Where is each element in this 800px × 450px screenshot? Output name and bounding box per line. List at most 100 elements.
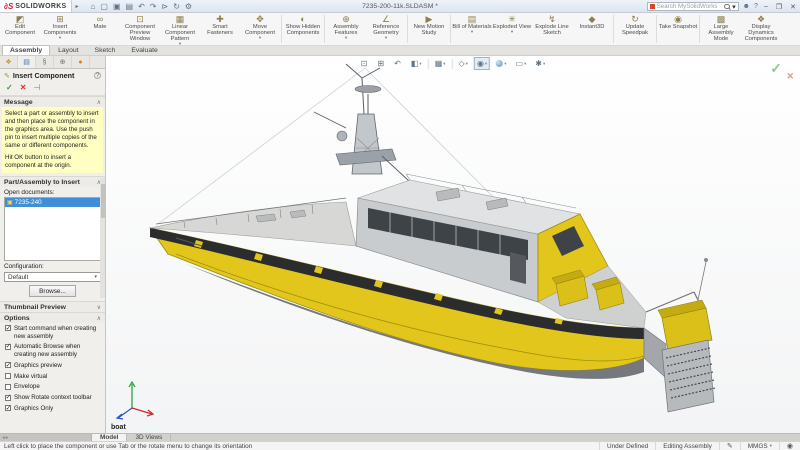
search-icon[interactable] — [724, 4, 730, 10]
collapse-icon[interactable]: ∧ — [97, 315, 101, 322]
display-style-icon[interactable]: ◇▾ — [456, 57, 471, 70]
ribbon-button-move-component[interactable]: ✥Move Component▾ — [240, 13, 280, 45]
open-documents-list[interactable]: ▣ 7235-240 — [4, 197, 101, 261]
ribbon-button-show-hidden-components[interactable]: ◐Show Hidden Components — [283, 13, 323, 45]
undo-icon[interactable]: ↶ — [138, 2, 145, 11]
ribbon-button-mate[interactable]: ∞Mate — [80, 13, 120, 45]
scroll-right-icon[interactable]: ▸ — [6, 435, 9, 441]
section-view-icon[interactable]: ◧▾ — [408, 57, 425, 70]
select-icon[interactable]: ⊳ — [161, 2, 168, 11]
redo-icon[interactable]: ↷ — [150, 2, 157, 11]
minimize-button[interactable]: – — [762, 3, 770, 10]
tab-evaluate[interactable]: Evaluate — [123, 45, 165, 55]
configuration-manager-tab[interactable]: § — [36, 56, 54, 68]
options-section-header[interactable]: Options ∧ — [0, 312, 105, 323]
display-manager-tab[interactable]: ● — [72, 56, 90, 68]
configuration-select[interactable]: Default ▾ — [4, 272, 101, 282]
exploded-view-icon: ✳ — [508, 14, 516, 24]
graphics-area[interactable]: ⊡ ⊞ ↶ ◧▾ ▦▾ ◇▾ ◉▾ ▾ ▭▾ ✱▾ ✓ ✕ boat — [106, 56, 800, 433]
search-input[interactable]: Search MySolidWorks ▾ — [647, 2, 739, 11]
ribbon-button-edit-component[interactable]: ◩Edit Component — [0, 13, 40, 45]
scrollbar-thumb[interactable] — [101, 184, 105, 218]
checkbox[interactable] — [5, 405, 11, 411]
ribbon-button-component-preview-window[interactable]: ⊡Component Preview Window — [120, 13, 160, 45]
help-icon[interactable]: ? — [754, 3, 758, 10]
option-make-virtual[interactable]: Make virtual — [0, 371, 105, 382]
ribbon-button-take-snapshot[interactable]: ◉Take Snapshot — [658, 13, 698, 45]
rebuild-icon[interactable]: ↻ — [173, 2, 180, 11]
expand-icon[interactable]: ∨ — [97, 304, 101, 311]
zoom-area-icon[interactable]: ⊞ — [374, 57, 388, 70]
option-automatic-browse[interactable]: Automatic Browse when creating new assem… — [0, 342, 105, 361]
message-section-header[interactable]: Message ∧ — [0, 96, 105, 107]
home-icon[interactable]: ⌂ — [91, 2, 96, 11]
save-icon[interactable]: ▣ — [113, 2, 121, 11]
option-start-command[interactable]: Start command when creating new assembly — [0, 323, 105, 342]
ribbon-button-explode-line-sketch[interactable]: ↯Explode Line Sketch — [532, 13, 572, 45]
ribbon-button-exploded-view[interactable]: ✳Exploded View▾ — [492, 13, 532, 45]
tab-scroll-control[interactable]: ◂ ▸ — [0, 434, 92, 441]
checkbox[interactable] — [5, 373, 11, 379]
tab-layout[interactable]: Layout — [50, 45, 86, 55]
confirm-ok-button[interactable]: ✓ — [770, 60, 782, 76]
close-button[interactable]: ✕ — [788, 3, 798, 11]
list-item[interactable]: ▣ 7235-240 — [5, 198, 100, 207]
search-caret-icon[interactable]: ▾ — [732, 3, 736, 11]
previous-view-icon[interactable]: ↶ — [391, 57, 405, 70]
checkbox[interactable] — [5, 384, 11, 390]
thumbnail-section-header[interactable]: Thumbnail Preview ∨ — [0, 301, 105, 312]
checkbox[interactable] — [5, 362, 11, 368]
option-graphics-preview[interactable]: Graphics preview — [0, 360, 105, 371]
push-pin-icon[interactable]: ⊣ — [33, 83, 40, 92]
checkbox[interactable] — [5, 344, 11, 350]
ribbon-button-large-assembly-mode[interactable]: ▩Large Assembly Mode — [701, 13, 741, 45]
help-icon[interactable]: ? — [94, 72, 101, 79]
option-envelope[interactable]: Envelope — [0, 382, 105, 393]
option-show-rotate-toolbar[interactable]: Show Rotate context toolbar — [0, 393, 105, 404]
restore-button[interactable]: ❐ — [774, 3, 784, 11]
view-settings-icon[interactable]: ✱▾ — [532, 57, 548, 70]
scroll-left-icon[interactable]: ◂ — [2, 435, 5, 441]
feature-manager-tab[interactable]: ❖ — [0, 56, 18, 68]
option-graphics-only[interactable]: Graphics Only — [0, 403, 105, 414]
property-manager-tab[interactable]: ▤ — [18, 56, 36, 68]
solidworks-logo[interactable]: ∂S SOLIDWORKS — [0, 0, 72, 12]
profile-icon[interactable]: ☻ — [743, 3, 750, 10]
apply-scene-icon[interactable]: ▭▾ — [512, 57, 529, 70]
tab-sketch[interactable]: Sketch — [87, 45, 124, 55]
tab-model[interactable]: Model — [92, 434, 127, 441]
dimxpert-manager-tab[interactable]: ⊕ — [54, 56, 72, 68]
ribbon-button-insert-components[interactable]: ⊞Insert Components▾ — [40, 13, 80, 45]
hide-show-items-icon[interactable]: ◉▾ — [474, 57, 490, 70]
ribbon-button-display-dynamics-components[interactable]: ❖Display Dynamics Components — [741, 13, 781, 45]
options-icon[interactable]: ⚙ — [185, 2, 192, 11]
print-icon[interactable]: ▤ — [126, 2, 134, 11]
resources-icon[interactable]: ◉ — [779, 442, 800, 450]
checkbox[interactable] — [5, 325, 11, 331]
cancel-button[interactable]: ✕ — [20, 83, 27, 92]
ribbon-button-bill-of-materials[interactable]: ▤Bill of Materials▾ — [452, 13, 492, 45]
ribbon-button-smart-fasteners[interactable]: ✚Smart Fasteners — [200, 13, 240, 45]
checkbox[interactable] — [5, 395, 11, 401]
ribbon-button-linear-component-pattern[interactable]: ▦Linear Component Pattern▾ — [160, 13, 200, 45]
view-orientation-icon[interactable]: ▦▾ — [432, 57, 449, 70]
panel-scrollbar[interactable] — [100, 178, 105, 298]
ribbon-button-update-speedpak[interactable]: ↻Update Speedpak — [615, 13, 655, 45]
ribbon-button-assembly-features[interactable]: ⊕Assembly Features▾ — [326, 13, 366, 45]
open-icon[interactable]: ▢ — [100, 2, 108, 11]
confirm-cancel-button[interactable]: ✕ — [786, 71, 794, 82]
ok-button[interactable]: ✓ — [6, 83, 13, 92]
ribbon-button-new-motion-study[interactable]: ▶New Motion Study — [409, 13, 449, 45]
ribbon-button-instant3d[interactable]: ◆Instant3D — [572, 13, 612, 45]
tab-assembly[interactable]: Assembly — [2, 45, 50, 55]
edit-appearance-icon[interactable]: ▾ — [493, 58, 509, 69]
collapse-icon[interactable]: ∧ — [97, 99, 101, 106]
zoom-fit-icon[interactable]: ⊡ — [358, 57, 372, 70]
browse-button[interactable]: Browse... — [29, 285, 76, 297]
ribbon-button-reference-geometry[interactable]: ∠Reference Geometry▾ — [366, 13, 406, 45]
tab-3d-views[interactable]: 3D Views — [127, 434, 171, 441]
insert-section-header[interactable]: Part/Assembly to Insert ∧ — [0, 176, 105, 187]
unit-system-selector[interactable]: MMGS▾ — [740, 442, 779, 450]
boat-3d-model[interactable] — [106, 56, 800, 433]
menu-expand-icon[interactable]: ▸ — [76, 3, 79, 10]
